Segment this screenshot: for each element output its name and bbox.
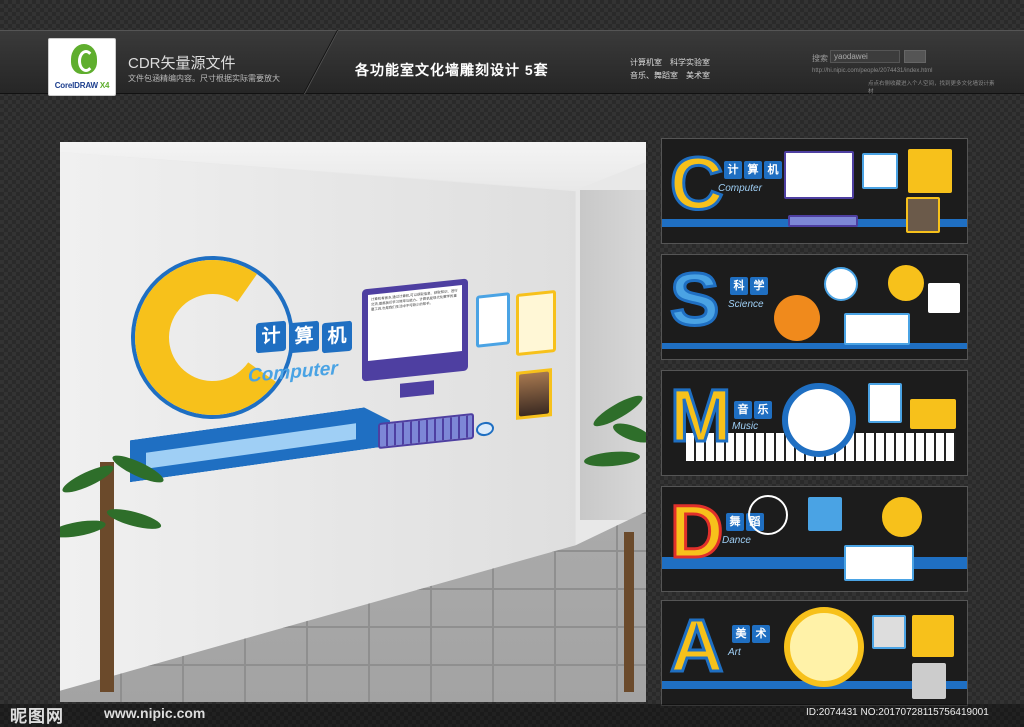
ballet-icon <box>882 497 922 537</box>
room-item: 音乐、舞蹈室 <box>630 71 678 80</box>
panel-photo <box>928 283 960 313</box>
music-circle <box>782 383 856 457</box>
title-char: 术 <box>752 625 770 643</box>
panel-en-title: Science <box>728 299 764 310</box>
panel-bar <box>662 343 967 349</box>
panel-computer[interactable]: C 计 算 机 Computer <box>661 138 968 244</box>
title-char: 乐 <box>754 401 772 419</box>
panel-letter: D <box>668 489 724 574</box>
room-mockup: 计 算 机 Computer 计算机有很多,通过计算机,可以获取信息、获取知识、… <box>60 142 646 702</box>
main-title: 各功能室文化墙雕刻设计 5套 <box>355 62 549 78</box>
monitor-screen: 计算机有很多,通过计算机,可以获取信息、获取知识、进行交流,提高我们学习效率与能… <box>368 285 462 361</box>
plant-right <box>624 532 634 692</box>
panel-science[interactable]: S 科 学 Science <box>661 254 968 360</box>
header-tip: 点点右侧收藏进入个人空间，找到更多文化墙设计素材 <box>868 81 995 95</box>
panel-text-box <box>844 545 914 581</box>
panel-text-box <box>844 313 910 345</box>
panel-letter: C <box>668 141 724 226</box>
room-item: 美术室 <box>686 71 710 80</box>
panel-card-yellow <box>912 615 954 657</box>
panel-art[interactable]: A 美 术 Art <box>661 600 968 706</box>
logo-text: CorelDRAW X4 <box>54 81 110 90</box>
panel-cn-title: 计 算 机 <box>724 161 782 179</box>
panel-en-title: Dance <box>722 535 751 546</box>
dance-swirl <box>748 495 788 535</box>
title-char: 音 <box>734 401 752 419</box>
dancer-card <box>808 497 842 531</box>
panel-card-yellow <box>908 149 952 193</box>
title-char: 科 <box>730 277 748 295</box>
title-char: 算 <box>744 161 762 179</box>
panel-card-yellow <box>910 399 956 429</box>
microsoft-card <box>476 292 510 348</box>
image-id: ID:2074431 NO:20170728115756419001 <box>806 707 989 718</box>
room-item: 计算机室 <box>630 58 662 67</box>
title-char: 算 <box>289 320 319 354</box>
panel-en-title: Music <box>732 421 759 432</box>
painting-card <box>872 615 906 649</box>
header-title: CDR矢量源文件 <box>128 55 236 72</box>
portrait-photo <box>516 368 552 420</box>
title-char: 舞 <box>726 513 744 531</box>
title-char: 机 <box>322 320 352 354</box>
profile-url[interactable]: http://hi.nipic.com/people/2074431/index… <box>812 68 932 74</box>
panel-cn-title: 美 术 <box>732 625 770 643</box>
mouse-graphic <box>476 421 494 437</box>
monitor-stand <box>400 380 434 398</box>
nipic-watermark: 昵图网 <box>10 707 64 726</box>
panel-letter: A <box>668 603 724 688</box>
search-label: 搜索 <box>812 54 828 63</box>
panel-keyboard <box>788 215 858 227</box>
panel-music[interactable]: M 音 乐 Music <box>661 370 968 476</box>
scene-cn-title: 计 算 机 <box>256 320 352 354</box>
plant-left <box>100 462 114 692</box>
title-char: 机 <box>764 161 782 179</box>
art-circle <box>784 607 864 687</box>
panel-en-title: Computer <box>718 183 762 194</box>
panel-dance[interactable]: D 舞 蹈 Dance <box>661 486 968 592</box>
monitor-graphic: 计算机有很多,通过计算机,可以获取信息、获取知识、进行交流,提高我们学习效率与能… <box>362 278 468 382</box>
flask-icon <box>824 267 858 301</box>
title-char: 学 <box>750 277 768 295</box>
header-subtitle: 文件包涵精编内容。尺寸根据实际需要放大 <box>128 74 280 83</box>
panel-monitor <box>784 151 854 199</box>
coreldraw-logo: CorelDRAW X4 <box>48 38 116 96</box>
first-gen-card <box>516 289 556 357</box>
panel-cn-title: 音 乐 <box>734 401 772 419</box>
search-input[interactable] <box>830 50 900 63</box>
screen-text: 计算机有很多,通过计算机,可以获取信息、获取知识、进行交流,提高我们学习效率与能… <box>371 288 458 312</box>
title-char: 计 <box>256 320 286 354</box>
keyboard-graphic <box>378 412 474 450</box>
microscope-graphic <box>774 295 820 341</box>
panel-letter: M <box>669 373 734 458</box>
room-list: 计算机室 科学实验室 音乐、舞蹈室 美术室 <box>630 56 740 82</box>
panel-en-title: Art <box>728 647 741 658</box>
watermark-url[interactable]: www.nipic.com <box>104 705 205 721</box>
panel-cn-title: 科 学 <box>730 277 768 295</box>
panel-photo <box>912 663 946 699</box>
atom-icon <box>888 265 924 301</box>
panel-letter: S <box>668 257 720 342</box>
panel-card <box>862 153 898 189</box>
panel-photo <box>906 197 940 233</box>
title-char: 计 <box>724 161 742 179</box>
title-char: 美 <box>732 625 750 643</box>
music-note-card <box>868 383 902 423</box>
search-button[interactable] <box>904 50 926 63</box>
coreldraw-logo-icon <box>71 44 97 74</box>
room-item: 科学实验室 <box>670 58 710 67</box>
computer-wall-art: 计 算 机 Computer 计算机有很多,通过计算机,可以获取信息、获取知识、… <box>60 142 646 702</box>
